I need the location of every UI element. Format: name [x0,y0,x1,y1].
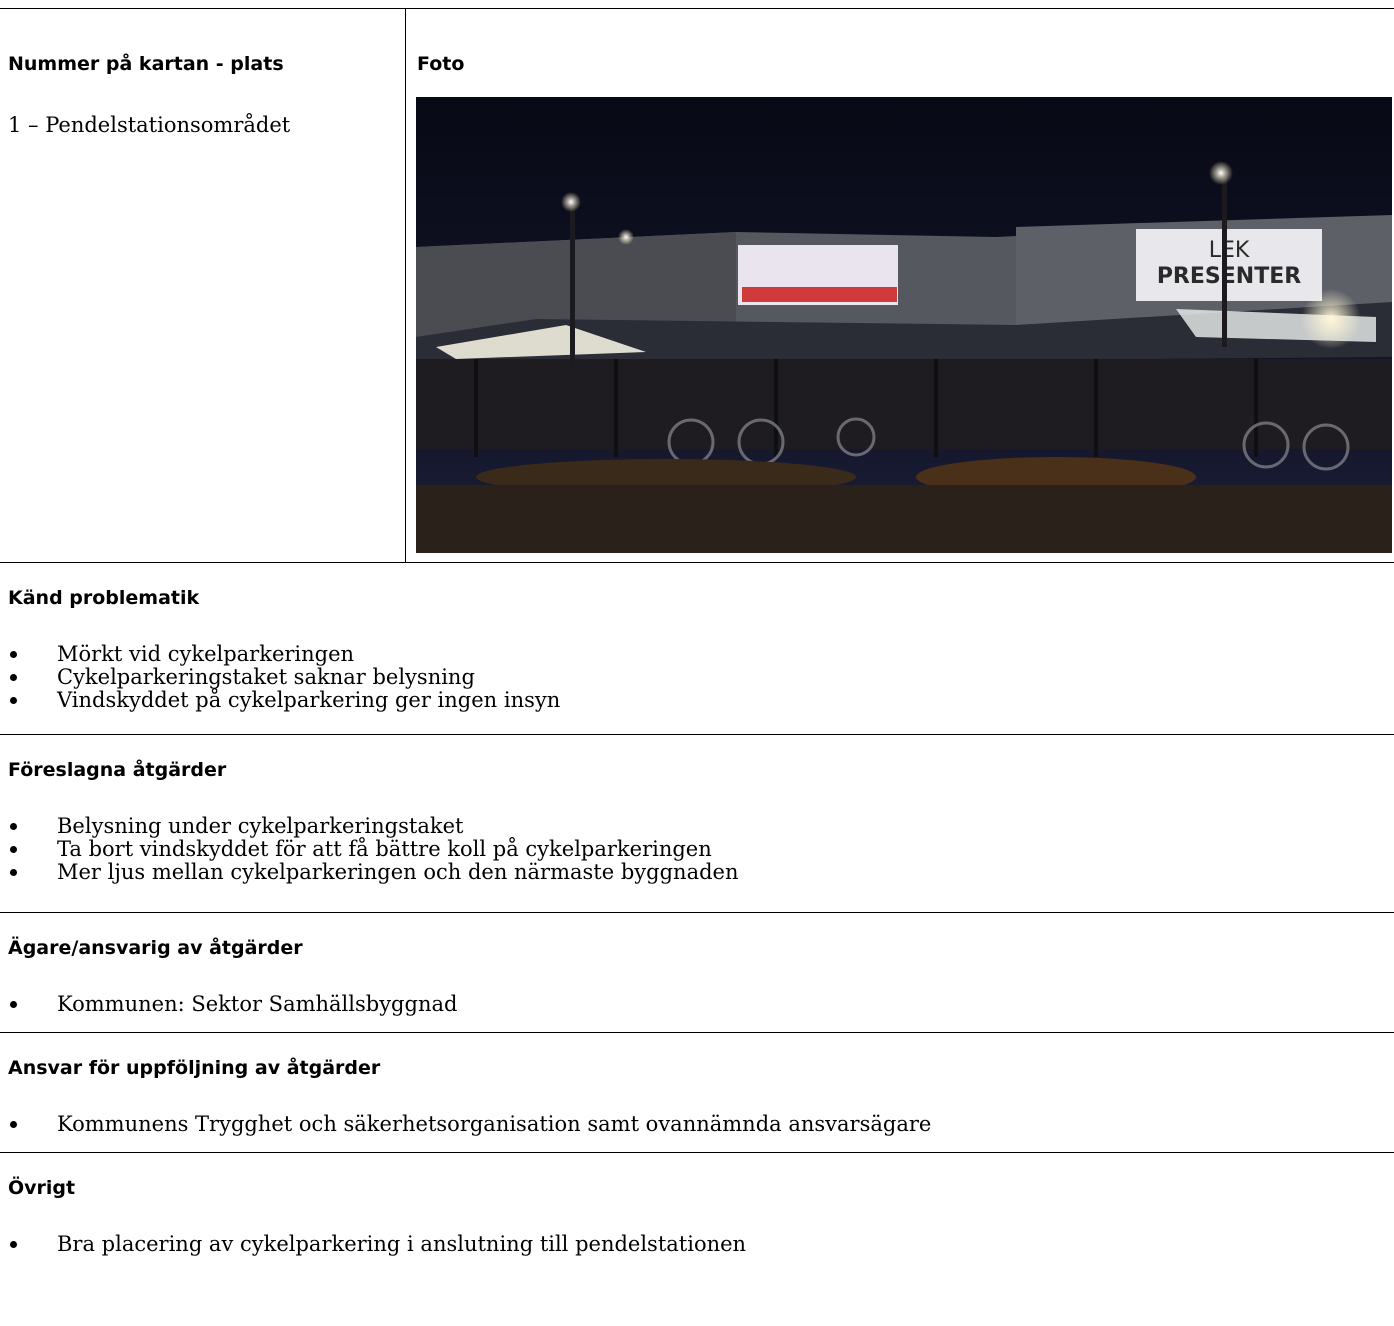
bullet-icon [10,846,17,853]
section-heading: Ansvar för uppföljning av åtgärder [8,1057,381,1079]
bullet-icon [10,674,17,681]
bullet-icon [10,1121,17,1128]
location-cell: Nummer på kartan - plats 1 – Pendelstati… [0,9,406,562]
bullet-icon [10,823,17,830]
list-item: Vindskyddet på cykelparkering ger ingen … [8,689,560,712]
sign-line-1: LEK [1209,238,1250,263]
bullet-icon [10,651,17,658]
list-item-text: Bra placering av cykelparkering i anslut… [57,1232,747,1256]
location-heading: Nummer på kartan - plats [8,53,284,75]
list-item-text: Kommunens Trygghet och säkerhetsorganisa… [57,1112,932,1136]
list-item: Kommunen: Sektor Samhällsbyggnad [8,993,457,1016]
list-item: Belysning under cykelparkeringstaket [8,815,739,838]
list-item: Bra placering av cykelparkering i anslut… [8,1233,746,1256]
header-row: Nummer på kartan - plats 1 – Pendelstati… [0,9,1394,563]
list-item: Cykelparkeringstaket saknar belysning [8,666,560,689]
sign-line-2: PRESENTER [1157,264,1301,289]
bullet-list: Bra placering av cykelparkering i anslut… [8,1233,746,1256]
section-row: Känd problematik Mörkt vid cykelparkering… [0,563,1394,735]
document-table: Nummer på kartan - plats 1 – Pendelstati… [0,8,1394,1283]
list-item-text: Mer ljus mellan cykelparkeringen och den… [57,860,739,884]
bullet-icon [10,869,17,876]
list-item: Kommunens Trygghet och säkerhetsorganisa… [8,1113,931,1136]
list-item-text: Cykelparkeringstaket saknar belysning [57,665,475,689]
list-item-text: Belysning under cykelparkeringstaket [57,814,464,838]
location-name: 1 – Pendelstationsområdet [8,113,291,137]
list-item: Mörkt vid cykelparkeringen [8,643,560,666]
section-heading: Föreslagna åtgärder [8,759,227,781]
night-scene-photo: LEK PRESENTER [416,97,1392,553]
list-item-text: Kommunen: Sektor Samhällsbyggnad [57,992,458,1016]
section-heading: Ägare/ansvarig av åtgärder [8,937,303,959]
bullet-icon [10,697,17,704]
photo-cell: Foto LEK PRESENTER [407,9,1394,562]
bullet-list: Belysning under cykelparkeringstaket Ta b… [8,815,739,884]
bullet-icon [10,1241,17,1248]
list-item-text: Ta bort vindskyddet för att få bättre ko… [57,837,712,861]
bullet-list: Kommunens Trygghet och säkerhetsorganisa… [8,1113,931,1136]
photo: LEK PRESENTER [416,97,1392,553]
list-item: Mer ljus mellan cykelparkeringen och den… [8,861,739,884]
section-row: Ansvar för uppföljning av åtgärder Kommun… [0,1033,1394,1153]
bullet-list: Mörkt vid cykelparkeringen Cykelparkering… [8,643,560,712]
list-item-text: Vindskyddet på cykelparkering ger ingen … [57,688,561,712]
bullet-list: Kommunen: Sektor Samhällsbyggnad [8,993,457,1016]
sections-container: Känd problematik Mörkt vid cykelparkering… [0,563,1394,1283]
section-heading: Känd problematik [8,587,200,609]
bullet-icon [10,1001,17,1008]
list-item: Ta bort vindskyddet för att få bättre ko… [8,838,739,861]
photo-heading: Foto [417,53,465,75]
section-row: Ägare/ansvarig av åtgärder Kommunen: Sekt… [0,913,1394,1033]
section-row: Övrigt Bra placering av cykelparkering i … [0,1153,1394,1283]
section-heading: Övrigt [8,1177,76,1199]
section-row: Föreslagna åtgärder Belysning under cykel… [0,735,1394,913]
list-item-text: Mörkt vid cykelparkeringen [57,642,355,666]
